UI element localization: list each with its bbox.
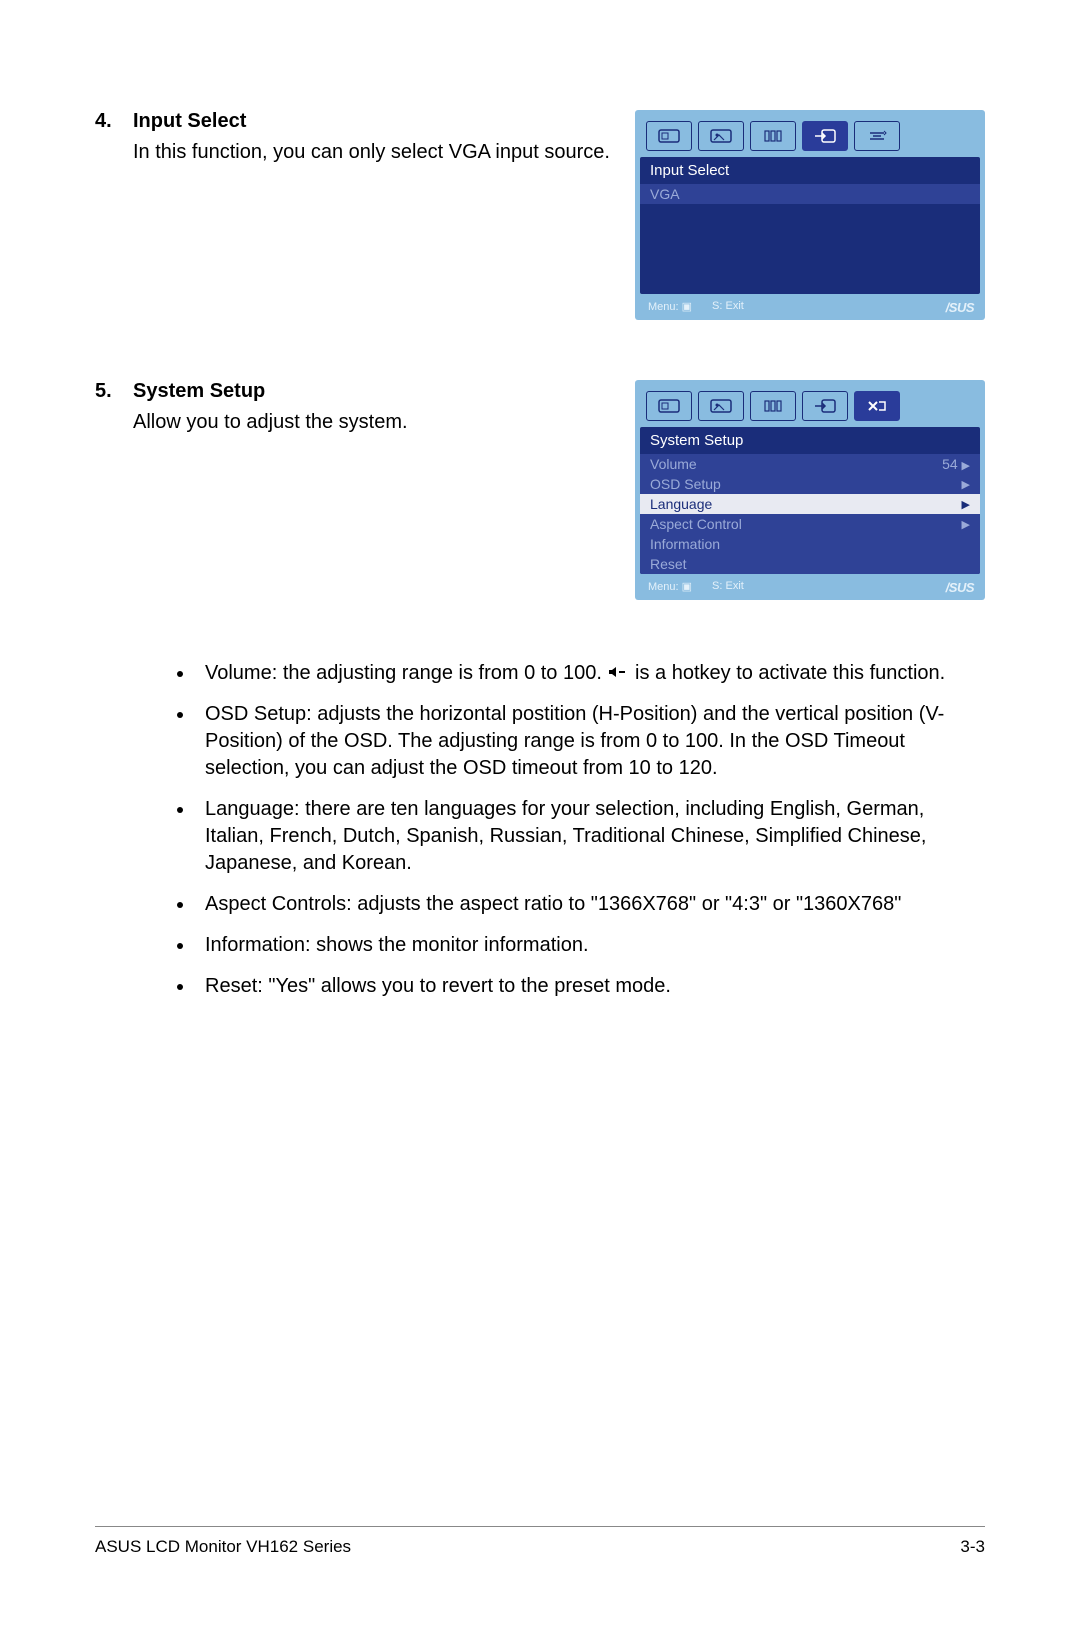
osd-tab-color-icon: [750, 121, 796, 151]
section-system-setup: 5. System Setup Allow you to adjust the …: [95, 380, 985, 600]
osd-tab-setup-icon: [854, 391, 900, 421]
volume-down-icon: [607, 660, 629, 687]
osd-footer-menu: Menu: ▣: [648, 580, 692, 593]
osd-panel-input-select: Input Select VGA Menu: ▣ S: Exit /SUS: [635, 110, 985, 320]
section-description: In this function, you can only select VG…: [133, 139, 615, 166]
list-item: Reset: "Yes" allows you to revert to the…: [195, 973, 985, 1000]
section-number: 5.: [95, 380, 115, 409]
section-number: 4.: [95, 110, 115, 139]
osd-tab-input-icon: [802, 121, 848, 151]
footer-page-number: 3-3: [960, 1537, 985, 1557]
osd-footer-menu: Menu: ▣: [648, 300, 692, 313]
osd-row-reset: Reset: [640, 554, 980, 574]
footer-product: ASUS LCD Monitor VH162 Series: [95, 1537, 351, 1557]
osd-tab-image-icon: [698, 121, 744, 151]
osd-tab-input-icon: [802, 391, 848, 421]
list-item: OSD Setup: adjusts the horizontal postit…: [195, 701, 985, 782]
bullet-list: Volume: the adjusting range is from 0 to…: [95, 660, 985, 1000]
osd-row-volume: Volume54 ▶: [640, 454, 980, 474]
osd-row-aspect: Aspect Control▶: [640, 514, 980, 534]
asus-logo: /SUS: [946, 300, 974, 315]
osd-tab-setup-icon: [854, 121, 900, 151]
section-input-select: 4. Input Select In this function, you ca…: [95, 110, 985, 320]
osd-panel-system-setup: System Setup Volume54 ▶ OSD Setup▶ Langu…: [635, 380, 985, 600]
osd-footer-exit: S: Exit: [712, 580, 744, 593]
osd-tab-splendid-icon: [646, 121, 692, 151]
asus-logo: /SUS: [946, 580, 974, 595]
section-title: Input Select: [133, 110, 246, 133]
list-item: Aspect Controls: adjusts the aspect rati…: [195, 891, 985, 918]
osd-tab-color-icon: [750, 391, 796, 421]
osd-title: Input Select: [640, 157, 980, 184]
osd-footer-exit: S: Exit: [712, 300, 744, 313]
osd-title: System Setup: [640, 427, 980, 454]
osd-tab-splendid-icon: [646, 391, 692, 421]
section-title: System Setup: [133, 380, 265, 403]
section-description: Allow you to adjust the system.: [133, 409, 615, 436]
page-footer: ASUS LCD Monitor VH162 Series 3-3: [95, 1526, 985, 1557]
osd-tab-image-icon: [698, 391, 744, 421]
osd-row-language: Language▶: [640, 494, 980, 514]
osd-row-info: Information: [640, 534, 980, 554]
osd-row-osd-setup: OSD Setup▶: [640, 474, 980, 494]
list-item: Language: there are ten languages for yo…: [195, 796, 985, 877]
list-item: Volume: the adjusting range is from 0 to…: [195, 660, 985, 687]
osd-row-vga: VGA: [640, 184, 980, 204]
list-item: Information: shows the monitor informati…: [195, 932, 985, 959]
